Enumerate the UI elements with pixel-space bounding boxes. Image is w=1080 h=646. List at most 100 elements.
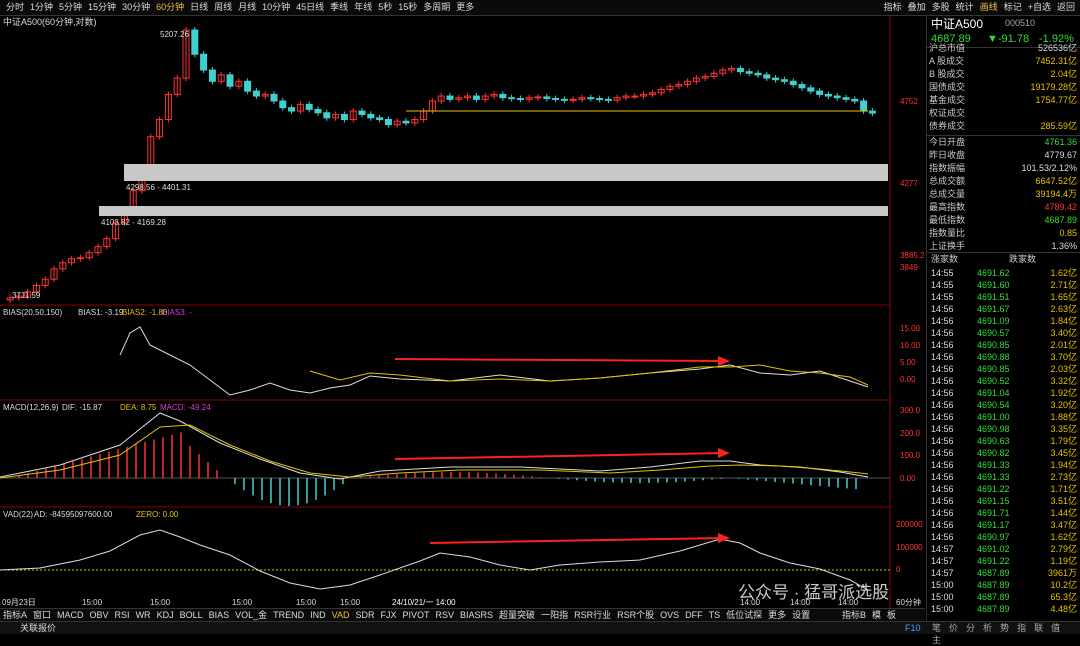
period-tab[interactable]: 15秒 bbox=[395, 0, 420, 15]
period-tab[interactable]: 15分钟 bbox=[85, 0, 119, 15]
vad-line bbox=[0, 529, 869, 591]
panel-tab[interactable]: 值 bbox=[1047, 623, 1064, 633]
panel-tab[interactable]: 分 bbox=[962, 623, 979, 633]
panel-tab[interactable]: 价 bbox=[945, 623, 962, 633]
quote-row: A 股成交 7452.31亿 bbox=[929, 55, 1077, 68]
linked-quote-label[interactable]: 关联报价 bbox=[20, 622, 56, 634]
indicator-tab[interactable]: PIVOT bbox=[400, 609, 433, 621]
indicator-b-tab[interactable]: 模 bbox=[869, 609, 884, 621]
indicator-tab[interactable]: VOL_金 bbox=[232, 609, 270, 621]
toolbar-button[interactable]: 多股 bbox=[929, 0, 953, 15]
panel-tab[interactable]: 指 bbox=[1013, 623, 1030, 633]
period-tab[interactable]: 多周期 bbox=[420, 0, 453, 15]
period-tab[interactable]: 10分钟 bbox=[259, 0, 293, 15]
candle bbox=[516, 98, 524, 101]
indicator-tab[interactable]: RSI bbox=[112, 609, 133, 621]
period-tab[interactable]: 更多 bbox=[453, 0, 477, 15]
indicator-tab[interactable]: 窗口 bbox=[30, 609, 54, 621]
indicator-tab[interactable]: FJX bbox=[377, 609, 399, 621]
period-tab[interactable]: 1分钟 bbox=[27, 0, 56, 15]
indicator-tab[interactable]: RSR个股 bbox=[614, 609, 657, 621]
indicator-tab[interactable]: 设置 bbox=[789, 609, 813, 621]
period-tab[interactable]: 60分钟 bbox=[153, 0, 187, 15]
indicator-tab[interactable]: 指标A bbox=[0, 609, 30, 621]
low-label: 3711.59 bbox=[12, 291, 41, 300]
bias1-line bbox=[119, 326, 869, 396]
candle bbox=[226, 74, 234, 87]
toolbar-button[interactable]: 标记 bbox=[1001, 0, 1025, 15]
period-tab[interactable]: 季线 bbox=[327, 0, 351, 15]
toolbar-button[interactable]: 统计 bbox=[953, 0, 977, 15]
quote-label: 最低指数 bbox=[929, 215, 966, 225]
macd-axis-label: 0.00 bbox=[900, 474, 916, 483]
candle bbox=[754, 72, 762, 76]
period-tab[interactable]: 45日线 bbox=[293, 0, 327, 15]
indicator-b-tab[interactable]: 板 bbox=[884, 609, 899, 621]
toolbar-button[interactable]: 指标 bbox=[881, 0, 905, 15]
indicator-tab[interactable]: RSV bbox=[433, 609, 458, 621]
quote-row: 今日开盘 4761.36 bbox=[929, 136, 1077, 149]
period-tab[interactable]: 日线 bbox=[187, 0, 211, 15]
indicator-b-tab[interactable]: 指标B bbox=[839, 609, 869, 621]
period-tab[interactable]: 30分钟 bbox=[119, 0, 153, 15]
vad-axis-label: 100000 bbox=[896, 543, 923, 552]
vad-axis-label: 200000 bbox=[896, 520, 923, 529]
chart-area[interactable]: 中证A500(60分钟,对数) 4298.56 - 4401.31 4103.82 … bbox=[0, 15, 925, 608]
panel-tab[interactable]: 势 bbox=[996, 623, 1013, 633]
indicator-tab[interactable]: SDR bbox=[352, 609, 377, 621]
candle bbox=[824, 93, 832, 97]
quote-label: 国债成交 bbox=[929, 82, 966, 92]
indicator-tab[interactable]: 超量突破 bbox=[496, 609, 538, 621]
toolbar-button[interactable]: 返回 bbox=[1054, 0, 1078, 15]
indicator-tab[interactable]: 更多 bbox=[765, 609, 789, 621]
indicator-tab[interactable]: DFF bbox=[682, 609, 706, 621]
quote-value: 4687.89 bbox=[1044, 215, 1077, 225]
indicator-tab[interactable]: 低位试探 bbox=[723, 609, 765, 621]
panel-tab[interactable]: 析 bbox=[979, 623, 996, 633]
candle bbox=[384, 119, 392, 126]
panel-tab[interactable]: 主 bbox=[928, 635, 945, 645]
vad-ad: AD: -84595097600.00 bbox=[34, 510, 113, 519]
tick-row: 14:56 4691.09 1.84亿 bbox=[931, 316, 1077, 326]
panel-tab[interactable]: 联 bbox=[1030, 623, 1047, 633]
period-tab[interactable]: 月线 bbox=[235, 0, 259, 15]
panel-tab[interactable]: 笔 bbox=[928, 623, 945, 633]
indicator-tab[interactable]: TS bbox=[706, 609, 724, 621]
status-bar: 关联报价 F10 笔价分析势指联值主 bbox=[0, 621, 1080, 645]
quote-label: 基金成交 bbox=[929, 95, 966, 105]
toolbar-button[interactable]: 叠加 bbox=[905, 0, 929, 15]
indicator-tab[interactable]: MACD bbox=[54, 609, 87, 621]
tick-row: 14:56 4690.52 3.32亿 bbox=[931, 376, 1077, 386]
candle bbox=[552, 98, 560, 101]
indicator-tab[interactable]: TREND bbox=[270, 609, 307, 621]
indicator-tab[interactable]: IND bbox=[307, 609, 329, 621]
quote-value: 526536亿 bbox=[1037, 43, 1077, 53]
indicator-tab[interactable]: 一阳指 bbox=[538, 609, 571, 621]
tick-row: 14:56 4691.17 3.47亿 bbox=[931, 520, 1077, 530]
indicator-tab[interactable]: VAD bbox=[329, 609, 353, 621]
period-tab[interactable]: 年线 bbox=[351, 0, 375, 15]
f10-button[interactable]: F10 bbox=[905, 622, 921, 634]
period-tab[interactable]: 分时 bbox=[3, 0, 27, 15]
indicator-tab[interactable]: OVS bbox=[657, 609, 682, 621]
indicator-tab[interactable]: BIASRS bbox=[457, 609, 496, 621]
indicator-tab[interactable]: BIAS bbox=[206, 609, 233, 621]
time-axis-label: 15:00 bbox=[150, 598, 171, 607]
time-axis-label: 15:00 bbox=[232, 598, 253, 607]
period-tab[interactable]: 5秒 bbox=[375, 0, 395, 15]
period-tab[interactable]: 5分钟 bbox=[56, 0, 85, 15]
bias-name: BIAS(20,50,150) bbox=[3, 308, 62, 317]
indicator-tab[interactable]: WR bbox=[133, 609, 154, 621]
indicator-tab[interactable]: RSR行业 bbox=[571, 609, 614, 621]
toolbar-button[interactable]: +自选 bbox=[1025, 0, 1054, 15]
tick-row: 14:57 4691.22 1.19亿 bbox=[931, 556, 1077, 566]
period-tab[interactable]: 周线 bbox=[211, 0, 235, 15]
trend-arrow bbox=[394, 358, 726, 362]
toolbar-button[interactable]: 画线 bbox=[977, 0, 1001, 15]
indicator-tab[interactable]: KDJ bbox=[154, 609, 177, 621]
indicator-tab[interactable]: OBV bbox=[87, 609, 112, 621]
candle bbox=[851, 98, 859, 102]
quote-row: 总成交量 39194.4万 bbox=[929, 188, 1077, 201]
indicator-tab[interactable]: BOLL bbox=[177, 609, 206, 621]
quote-value: 7452.31亿 bbox=[1035, 56, 1077, 66]
